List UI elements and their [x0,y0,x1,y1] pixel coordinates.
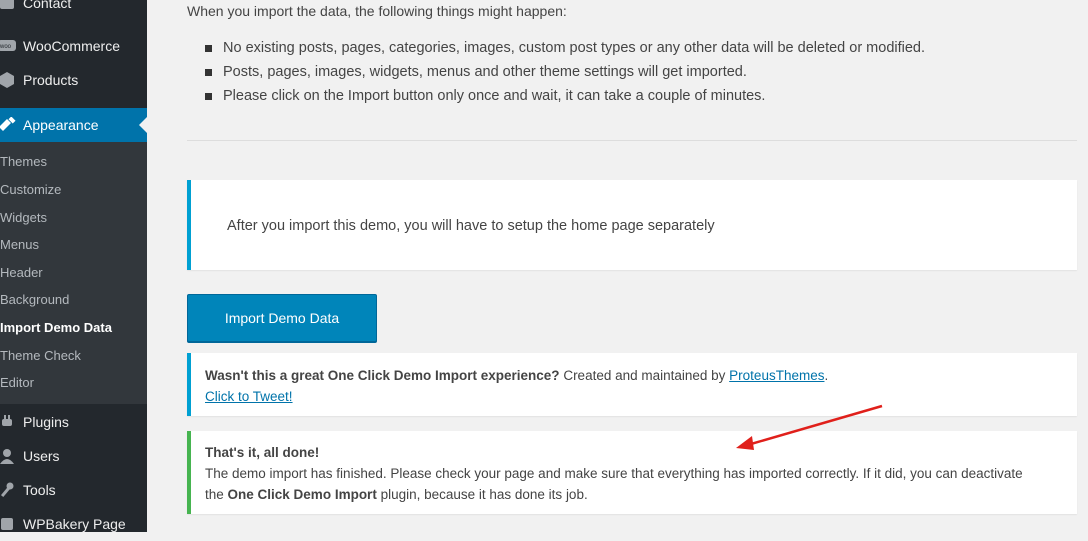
square-bullet-icon [205,44,212,52]
appearance-submenu: Themes Customize Widgets Menus Header Ba… [0,142,147,404]
admin-sidebar: Contact woo WooCommerce Products Appeara… [0,0,147,532]
success-message: The demo import has finished. Please che… [205,466,1023,481]
list-item: No existing posts, pages, categories, im… [205,36,925,60]
products-icon [0,71,16,89]
woocommerce-icon: woo [0,37,16,55]
click-to-tweet-link[interactable]: Click to Tweet! [205,389,293,404]
info-bullet-list: No existing posts, pages, categories, im… [205,36,925,108]
tweet-bold-text: Wasn't this a great One Click Demo Impor… [205,368,560,383]
menu-label: WooCommerce [23,38,120,54]
tweet-message: Wasn't this a great One Click Demo Impor… [205,368,829,383]
menu-item-appearance[interactable]: Appearance [0,108,147,142]
wpbakery-icon [0,515,16,533]
svg-text:woo: woo [0,44,12,50]
menu-item-products[interactable]: Products [0,63,147,97]
menu-label: Tools [23,482,56,498]
menu-label: WPBakery Page [23,516,126,532]
menu-item-users[interactable]: Users [0,439,147,473]
menu-label: Products [23,72,79,88]
plugins-icon [0,413,16,431]
tweet-notice: Wasn't this a great One Click Demo Impor… [187,353,1077,416]
appearance-icon [0,116,16,134]
list-item: Please click on the Import button only o… [205,84,925,108]
success-title: That's it, all done! [205,445,320,460]
menu-item-contact[interactable]: Contact [0,0,147,20]
menu-label: Users [23,448,60,464]
plugin-name: One Click Demo Import [227,487,377,502]
divider [187,140,1077,141]
list-item: Posts, pages, images, widgets, menus and… [205,60,925,84]
success-notice: That's it, all done! The demo import has… [187,431,1077,514]
submenu-themes[interactable]: Themes [0,154,47,169]
square-bullet-icon [205,92,212,100]
menu-item-wpbakery[interactable]: WPBakery Page [0,507,147,541]
proteusthemes-link[interactable]: ProteusThemes [729,368,824,383]
tools-icon [0,481,16,499]
menu-item-tools[interactable]: Tools [0,473,147,507]
contact-icon [0,0,16,12]
submenu-background[interactable]: Background [0,292,69,307]
submenu-theme-check[interactable]: Theme Check [0,348,81,363]
menu-label: Contact [23,0,72,11]
menu-label: Appearance [23,117,99,133]
menu-item-woocommerce[interactable]: woo WooCommerce [0,29,147,63]
import-demo-data-button[interactable]: Import Demo Data [187,294,377,342]
menu-item-plugins[interactable]: Plugins [0,405,147,439]
notice-text: After you import this demo, you will hav… [227,218,715,234]
square-bullet-icon [205,68,212,76]
intro-text: When you import the data, the following … [187,3,567,19]
submenu-customize[interactable]: Customize [0,182,61,197]
submenu-widgets[interactable]: Widgets [0,210,47,225]
demo-notice-box: After you import this demo, you will hav… [187,180,1077,270]
success-message-line-2: the One Click Demo Import plugin, becaus… [205,487,588,502]
red-arrow-annotation-icon [736,404,883,450]
users-icon [0,447,16,465]
submenu-editor[interactable]: Editor [0,375,34,390]
submenu-menus[interactable]: Menus [0,237,39,252]
menu-label: Plugins [23,414,69,430]
submenu-header[interactable]: Header [0,265,43,280]
submenu-import-demo-data[interactable]: Import Demo Data [0,320,112,335]
